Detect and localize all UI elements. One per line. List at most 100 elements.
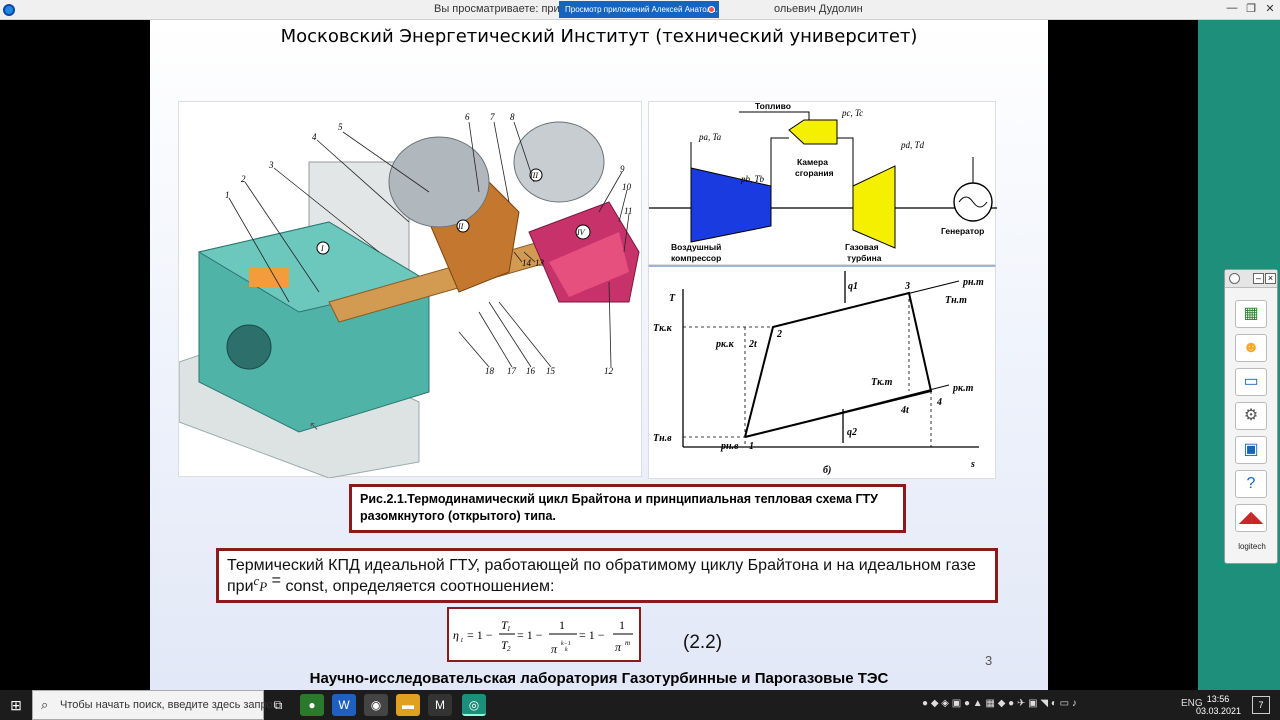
svg-text:= 1 −: = 1 − — [579, 628, 605, 642]
part-label: 13 — [535, 258, 545, 268]
part-label: 11 — [624, 206, 632, 216]
svg-text:t: t — [461, 636, 464, 644]
minimize-button[interactable]: — — [1222, 2, 1242, 14]
stop-share-icon[interactable] — [708, 6, 715, 13]
letterbox-left — [0, 20, 150, 690]
point-2t-label: 2t — [748, 339, 758, 350]
svg-text:1: 1 — [559, 618, 565, 632]
t-nv-label: Tн.в — [653, 433, 672, 444]
search-icon: ⌕ — [41, 697, 49, 712]
toolbox-minimize-icon[interactable]: – — [1253, 273, 1264, 284]
mail-app-icon[interactable]: M — [428, 694, 452, 716]
compressor-label: Воздушный — [671, 242, 721, 252]
svg-text:= 1 −: = 1 − — [517, 628, 543, 642]
presentation-slide: Московский Энергетический Институт (техн… — [150, 20, 1048, 690]
toolbox-pin-icon[interactable] — [1229, 273, 1240, 284]
windows-taskbar: ⊞ ⌕ Чтобы начать поиск, введите здесь за… — [0, 690, 1280, 720]
zone-label: III — [529, 171, 538, 180]
gas-turbine-shape — [852, 165, 896, 249]
generator-end-shield — [226, 324, 272, 370]
close-button[interactable]: ✕ — [1260, 2, 1280, 15]
svg-text:2: 2 — [507, 645, 511, 653]
svg-text:m: m — [625, 639, 630, 647]
spotlight-tool-icon[interactable]: ☻ — [1235, 334, 1267, 362]
restore-button[interactable]: ❐ — [1241, 2, 1261, 15]
part-label: 10 — [622, 182, 632, 192]
media-app-icon[interactable]: ◉ — [364, 694, 388, 716]
word-app-icon[interactable]: W — [332, 694, 356, 716]
svg-text:1: 1 — [507, 625, 511, 633]
state-label-d: pd, Td — [900, 140, 925, 150]
part-label: 7 — [490, 112, 495, 122]
window-titlebar: Вы просматриваете: прилс ольевич Дудолин… — [0, 0, 1280, 20]
p-nt-label: pн.т — [962, 277, 984, 288]
search-placeholder: Чтобы начать поиск, введите здесь запрос — [60, 699, 279, 711]
slides-tool-icon[interactable]: ▦ — [1235, 300, 1267, 328]
dashed-guides — [683, 293, 932, 447]
svg-text:π: π — [615, 640, 622, 654]
part-label: 14 — [522, 258, 532, 268]
p-nv-label: pн.в — [720, 441, 739, 452]
kpd-line-2: приcP = const, определяется соотношением… — [227, 572, 987, 597]
slide-footer: Научно-исследовательская лаборатория Газ… — [309, 670, 889, 687]
svg-text:η: η — [453, 628, 459, 642]
part-label: 16 — [526, 366, 536, 376]
toolbox-header[interactable]: – × — [1225, 270, 1277, 288]
laser-tool-icon[interactable]: ◢◣ — [1235, 504, 1267, 532]
p-kt-label: pк.т — [952, 383, 974, 394]
point-1-label: 1 — [749, 441, 754, 452]
page-number: 3 — [985, 653, 993, 668]
app-icon — [3, 4, 15, 16]
equation-number: (2.2) — [683, 632, 723, 653]
subfigure-label: б) — [823, 465, 831, 476]
part-label: 1 — [225, 190, 230, 200]
notifications-icon[interactable]: 7 — [1252, 696, 1270, 714]
efficiency-formula-drawing: ηt = 1 − T1 T2 = 1 − 1 π k−1k = 1 − 1 πm — [453, 618, 633, 656]
windows-start-icon[interactable]: ⊞ — [0, 690, 32, 720]
generator-label: Генератор — [941, 226, 984, 236]
combustor-label: сгорания — [795, 168, 834, 178]
fuel-line — [739, 111, 810, 120]
turbine-label: Газовая — [845, 242, 879, 252]
active-app-icon[interactable]: ◎ — [462, 694, 486, 716]
system-tray-icons[interactable]: ● ◆ ◈ ▣ ● ▲ ▦ ◆ ● ✈ ▣ ◥ ◐ ▭ ♪ — [922, 698, 1077, 709]
screen-share-banner[interactable]: Просмотр приложений Алексей Анатол... — [559, 1, 719, 18]
part-label: 15 — [546, 366, 556, 376]
point-4-label: 4 — [936, 397, 942, 408]
state-label-c: pc, Tc — [841, 108, 863, 118]
toolbox-close-icon[interactable]: × — [1265, 273, 1276, 284]
floating-toolbox[interactable]: – × ▦ ☻ ▭ ⚙ ▣ ? ◢◣ logitech — [1224, 269, 1278, 564]
svg-text:= 1 −: = 1 − — [467, 628, 493, 642]
mouse-cursor-icon: ↖ — [309, 419, 319, 433]
t-kt-label: Tк.т — [871, 377, 893, 388]
window-title-left: Вы просматриваете: прилс — [434, 3, 572, 15]
kpd-suffix: const, определяется соотношением: — [285, 578, 555, 595]
part-label: 5 — [338, 122, 343, 132]
formula-glyphs: ηt = 1 − T1 T2 = 1 − 1 π k−1k = 1 − 1 πm — [453, 618, 633, 656]
svg-text:k: k — [565, 647, 568, 653]
taskbar-clock[interactable]: 13:56 03.03.2021 — [1196, 693, 1241, 717]
svg-text:π: π — [551, 642, 558, 656]
task-view-icon[interactable]: ⧉ — [266, 694, 290, 716]
taskbar-search[interactable]: ⌕ Чтобы начать поиск, введите здесь запр… — [32, 690, 278, 720]
fuel-label: Топливо — [755, 102, 791, 111]
p-kk-label: pк.к — [715, 339, 735, 350]
chrome-app-icon[interactable]: ● — [300, 694, 324, 716]
explorer-app-icon[interactable]: ▬ — [396, 694, 420, 716]
settings-tool-icon[interactable]: ⚙ — [1235, 402, 1267, 430]
point-3-label: 3 — [904, 281, 910, 292]
window-title: Вы просматриваете: прилс ольевич Дудолин — [434, 3, 863, 15]
cp-symbol: c — [253, 573, 260, 588]
combustor-label: Камера — [797, 157, 828, 167]
gallery-tool-icon[interactable]: ▣ — [1235, 436, 1267, 464]
t-nt-label: Tн.т — [945, 295, 967, 306]
state-label-a: pa, Ta — [698, 132, 722, 142]
s-axis-label: s — [970, 459, 975, 470]
help-tool-icon[interactable]: ? — [1235, 470, 1267, 498]
t-axis-label: T — [669, 293, 676, 304]
ts-diagram: T s q1 q2 pн.т Tн.т Tк.к pк.к Tк.т pк.т … — [648, 265, 996, 479]
compressor-label: компрессор — [671, 253, 721, 263]
part-label: 12 — [604, 366, 614, 376]
svg-text:1: 1 — [619, 618, 625, 632]
screen-tool-icon[interactable]: ▭ — [1235, 368, 1267, 396]
